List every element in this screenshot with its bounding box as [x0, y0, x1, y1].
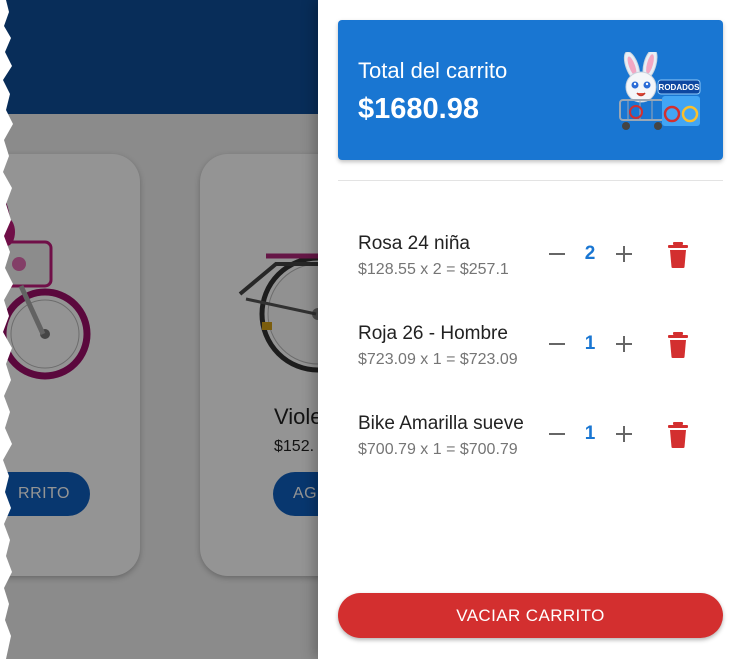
cart-total-card: Total del carrito $1680.98 RODADOS [338, 20, 723, 160]
cart-item: Bike Amarilla sueve $700.79 x 1 = $700.7… [338, 413, 723, 473]
item-subtotal: $723.09 x 1 = $723.09 [358, 351, 518, 368]
minus-icon [549, 253, 565, 255]
increase-quantity-button[interactable] [611, 421, 637, 447]
plus-icon [616, 426, 632, 442]
trash-icon[interactable] [666, 332, 690, 358]
plus-icon [616, 246, 632, 262]
item-subtotal: $128.55 x 2 = $257.1 [358, 261, 509, 278]
plus-icon [616, 336, 632, 352]
item-name: Rosa 24 niña [358, 233, 470, 254]
total-amount: $1680.98 [358, 93, 479, 125]
clear-cart-button[interactable]: VACIAR CARRITO [338, 593, 723, 638]
item-subtotal: $700.79 x 1 = $700.79 [358, 441, 518, 458]
cart-drawer: Total del carrito $1680.98 RODADOS Rosa … [318, 0, 743, 659]
torn-edge-decoration [0, 0, 13, 659]
trash-icon[interactable] [666, 242, 690, 268]
logo-text: RODADOS [659, 83, 701, 92]
item-quantity: 1 [584, 333, 596, 354]
backdrop-overlay[interactable] [0, 0, 330, 659]
rodados-logo: RODADOS [619, 52, 701, 130]
item-quantity: 1 [584, 423, 596, 444]
minus-icon [549, 433, 565, 435]
divider [338, 180, 723, 181]
minus-icon [549, 343, 565, 345]
total-label: Total del carrito [358, 58, 508, 83]
decrease-quantity-button[interactable] [544, 421, 570, 447]
item-name: Roja 26 - Hombre [358, 323, 508, 344]
cart-item: Rosa 24 niña $128.55 x 2 = $257.1 2 [338, 233, 723, 293]
increase-quantity-button[interactable] [611, 331, 637, 357]
decrease-quantity-button[interactable] [544, 241, 570, 267]
decrease-quantity-button[interactable] [544, 331, 570, 357]
item-name: Bike Amarilla sueve [358, 413, 524, 434]
item-quantity: 2 [584, 243, 596, 264]
trash-icon[interactable] [666, 422, 690, 448]
cart-item: Roja 26 - Hombre $723.09 x 1 = $723.09 1 [338, 323, 723, 383]
background-page: RRITO Viole $152. AG [0, 0, 330, 659]
increase-quantity-button[interactable] [611, 241, 637, 267]
